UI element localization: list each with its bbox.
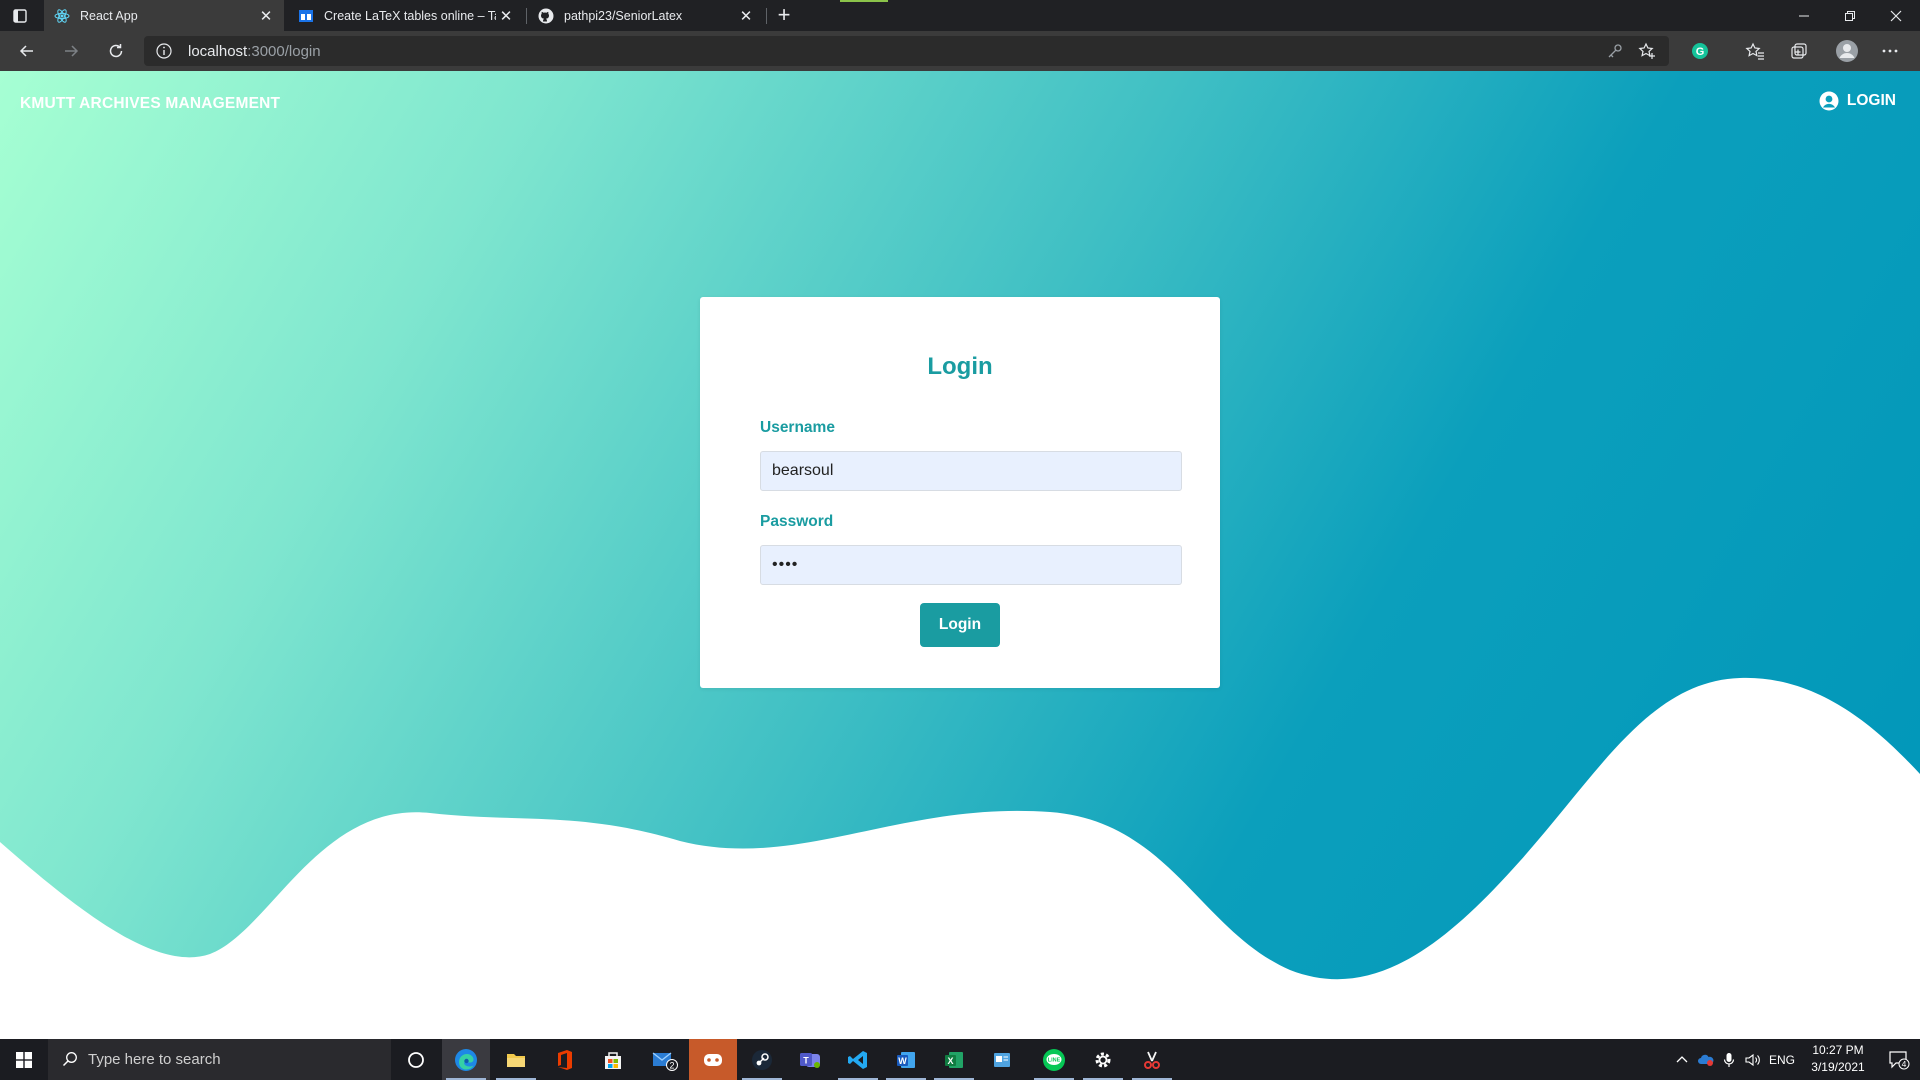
info-icon[interactable] xyxy=(156,43,172,59)
login-card: Login Username Password Login xyxy=(700,297,1220,688)
tab-title: Create LaTeX tables online – Tabl xyxy=(324,8,496,23)
user-circle-icon xyxy=(1819,91,1839,111)
refresh-icon[interactable] xyxy=(104,39,128,63)
mail-icon[interactable]: 2 xyxy=(641,1039,689,1080)
clock-date: 3/19/2021 xyxy=(1811,1060,1865,1074)
notification-count: 4 xyxy=(1902,1059,1907,1069)
close-tab-icon[interactable]: ✕ xyxy=(256,6,276,26)
username-input[interactable] xyxy=(760,451,1182,491)
profile-avatar-icon[interactable] xyxy=(1834,38,1860,64)
url-host: localhost xyxy=(188,43,248,60)
mail-badge: 2 xyxy=(669,1060,674,1070)
forward-icon[interactable] xyxy=(59,39,83,63)
game-app-icon[interactable] xyxy=(689,1039,737,1080)
show-hidden-icons-chevron-icon[interactable] xyxy=(1670,1039,1694,1080)
loading-indicator xyxy=(840,0,888,2)
login-page: KMUTT ARCHIVES MANAGEMENT LOGIN Login Us… xyxy=(0,71,1920,1039)
svg-text:G: G xyxy=(1696,46,1705,58)
microsoft-store-icon[interactable] xyxy=(589,1039,637,1080)
tab-divider xyxy=(766,8,767,24)
favorites-icon[interactable] xyxy=(1745,41,1765,61)
volume-icon[interactable] xyxy=(1740,1039,1766,1080)
tab-react-app[interactable]: React App ✕ xyxy=(44,0,284,31)
cortana-icon[interactable] xyxy=(392,1039,440,1080)
tab-latex-tables[interactable]: Create LaTeX tables online – Tabl ✕ xyxy=(288,0,524,31)
tab-divider xyxy=(526,8,527,24)
github-icon xyxy=(538,8,554,24)
nav-login-label: LOGIN xyxy=(1846,92,1896,109)
tables-generator-icon xyxy=(298,8,314,24)
windows-start-icon[interactable] xyxy=(0,1039,48,1080)
restore-button[interactable] xyxy=(1828,0,1872,31)
tab-github[interactable]: pathpi23/SeniorLatex ✕ xyxy=(528,0,764,31)
edge-browser-icon[interactable] xyxy=(442,1039,490,1080)
url-text: localhost:3000/login xyxy=(188,43,321,60)
nav-login-link[interactable]: LOGIN xyxy=(1819,91,1896,111)
browser-toolbar: localhost:3000/login G xyxy=(0,31,1920,71)
react-icon xyxy=(54,8,70,24)
system-clock[interactable]: 10:27 PM 3/19/2021 xyxy=(1798,1042,1878,1076)
taskbar-search[interactable]: Type here to search xyxy=(48,1039,391,1080)
add-favorite-icon[interactable] xyxy=(1638,42,1656,60)
grammarly-extension-icon[interactable]: G xyxy=(1690,41,1710,61)
settings-gear-icon[interactable] xyxy=(1079,1039,1127,1080)
outlook-news-icon[interactable] xyxy=(978,1039,1026,1080)
tab-title: React App xyxy=(80,8,138,23)
new-tab-button[interactable]: + xyxy=(772,4,796,28)
microphone-icon[interactable] xyxy=(1718,1039,1740,1080)
password-input[interactable] xyxy=(760,545,1182,585)
word-icon[interactable]: W xyxy=(882,1039,930,1080)
login-submit-button[interactable]: Login xyxy=(920,603,1000,647)
vscode-icon[interactable] xyxy=(834,1039,882,1080)
app-brand[interactable]: KMUTT ARCHIVES MANAGEMENT xyxy=(20,95,280,113)
url-path: :3000/login xyxy=(247,43,321,60)
search-placeholder: Type here to search xyxy=(88,1051,221,1068)
address-bar[interactable]: localhost:3000/login xyxy=(144,36,1669,66)
search-icon xyxy=(62,1051,78,1067)
key-icon[interactable] xyxy=(1606,42,1624,60)
notification-center-icon[interactable]: 4 xyxy=(1878,1039,1920,1080)
password-label: Password xyxy=(760,513,834,530)
excel-icon[interactable]: X xyxy=(930,1039,978,1080)
back-icon[interactable] xyxy=(15,39,39,63)
more-options-icon[interactable] xyxy=(1880,41,1900,61)
minimize-button[interactable] xyxy=(1782,0,1826,31)
username-label: Username xyxy=(760,419,835,436)
steam-icon[interactable] xyxy=(738,1039,786,1080)
close-window-button[interactable] xyxy=(1874,0,1918,31)
tab-title: pathpi23/SeniorLatex xyxy=(564,8,683,23)
close-tab-icon[interactable]: ✕ xyxy=(736,6,756,26)
collections-icon[interactable] xyxy=(1789,41,1809,61)
svg-text:X: X xyxy=(947,1055,953,1065)
svg-text:T: T xyxy=(803,1055,809,1065)
svg-text:LINE: LINE xyxy=(1048,1057,1061,1063)
teams-icon[interactable]: T xyxy=(786,1039,834,1080)
tab-strip: React App ✕ Create LaTeX tables online –… xyxy=(0,0,1920,31)
windows-taskbar: Type here to search 2 T W X LINE ENG 10:… xyxy=(0,1039,1920,1080)
snipping-tool-icon[interactable] xyxy=(1128,1039,1176,1080)
svg-text:W: W xyxy=(898,1055,907,1065)
file-explorer-icon[interactable] xyxy=(492,1039,540,1080)
line-app-icon[interactable]: LINE xyxy=(1030,1039,1078,1080)
language-indicator[interactable]: ENG xyxy=(1766,1039,1798,1080)
onedrive-icon[interactable] xyxy=(1694,1039,1718,1080)
tab-actions-icon[interactable] xyxy=(10,6,30,26)
login-title: Login xyxy=(927,353,993,380)
clock-time: 10:27 PM xyxy=(1812,1043,1864,1057)
close-tab-icon[interactable]: ✕ xyxy=(496,6,516,26)
office-icon[interactable] xyxy=(541,1039,589,1080)
